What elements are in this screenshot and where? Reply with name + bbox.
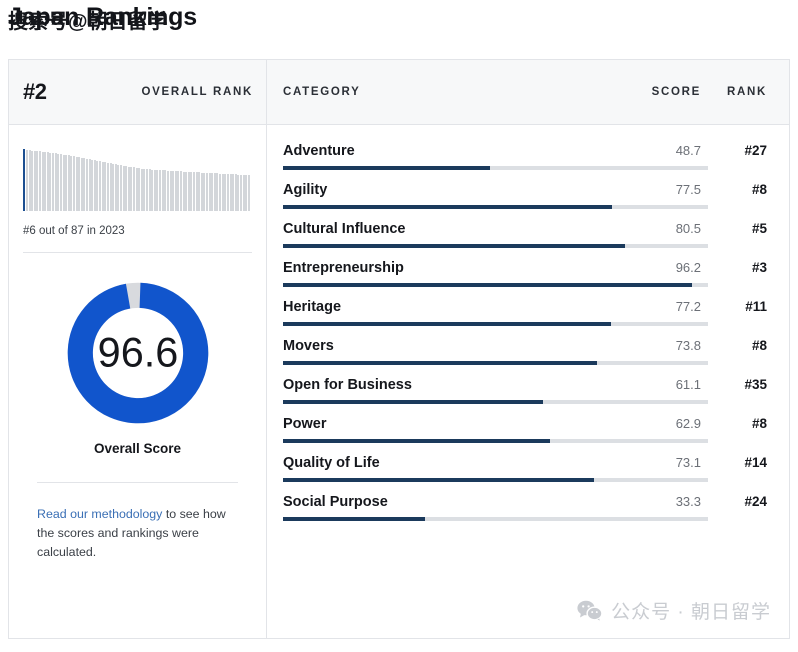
category-name: Quality of Life — [283, 455, 380, 471]
category-name: Social Purpose — [283, 494, 388, 510]
overall-rank-header: #2 OVERALL RANK — [9, 60, 266, 125]
table-row[interactable]: Power 62.9 #8 — [283, 404, 773, 443]
score-bar-fill — [283, 361, 597, 365]
column-header-category: CATEGORY — [283, 86, 361, 98]
score-bar-track — [283, 322, 708, 326]
score-bar-track — [283, 244, 708, 248]
category-rank: #14 — [744, 455, 767, 470]
methodology-note: Read our methodology to see how the scor… — [37, 482, 238, 563]
overall-panel: #2 OVERALL RANK #6 out of 87 in 2023 96.… — [9, 60, 267, 638]
category-name: Heritage — [283, 299, 342, 315]
donut-score-label: Overall Score — [93, 441, 182, 456]
category-table-header: CATEGORY SCORE RANK — [267, 60, 789, 125]
category-name: Adventure — [283, 143, 355, 159]
table-row[interactable]: Agility 77.5 #8 — [283, 170, 773, 209]
sparkline-caption: #6 out of 87 in 2023 — [23, 225, 252, 253]
donut-score-value: 96.6 — [97, 328, 178, 375]
category-score: 77.2 — [675, 299, 701, 314]
overall-rank-value: #2 — [23, 79, 47, 104]
category-score: 73.8 — [675, 338, 701, 353]
page-title: Japan Rankings 搜索号@朝日留学 — [8, 2, 428, 42]
category-name: Movers — [283, 338, 334, 354]
table-row[interactable]: Open for Business 61.1 #35 — [283, 365, 773, 404]
category-rank: #8 — [751, 416, 767, 431]
category-name: Open for Business — [283, 377, 412, 393]
score-bar-fill — [283, 478, 594, 482]
overall-rank-label: OVERALL RANK — [141, 86, 253, 98]
table-row-top: Heritage 77.2 #11 — [283, 299, 773, 315]
page-root: Japan Rankings 搜索号@朝日留学 #2 OVERALL RANK … — [0, 0, 798, 652]
table-row-top: Movers 73.8 #8 — [283, 338, 773, 354]
score-bar-fill — [283, 517, 425, 521]
category-rank: #27 — [744, 143, 767, 158]
table-row-top: Entrepreneurship 96.2 #3 — [283, 260, 773, 276]
category-rank: #3 — [751, 260, 767, 275]
table-row[interactable]: Social Purpose 33.3 #24 — [283, 482, 773, 521]
column-header-rank: RANK — [726, 86, 767, 98]
table-row-top: Cultural Influence 80.5 #5 — [283, 221, 773, 237]
category-score: 62.9 — [675, 416, 701, 431]
category-rank: #8 — [751, 182, 767, 197]
score-bar-fill — [283, 166, 490, 170]
category-score: 80.5 — [675, 221, 701, 236]
score-bar-fill — [283, 439, 551, 443]
score-bar-track — [283, 205, 708, 209]
score-bar-fill — [283, 205, 613, 209]
category-rank: #35 — [744, 377, 767, 392]
table-row[interactable]: Adventure 48.7 #27 — [283, 131, 773, 170]
category-rank: #24 — [744, 494, 767, 509]
score-bar-track — [283, 517, 708, 521]
table-row-top: Agility 77.5 #8 — [283, 182, 773, 198]
table-row[interactable]: Quality of Life 73.1 #14 — [283, 443, 773, 482]
overall-score-donut: 96.6 Overall Score — [23, 279, 252, 456]
overall-panel-body: #6 out of 87 in 2023 96.6 Overall Score … — [9, 125, 266, 563]
table-row[interactable]: Heritage 77.2 #11 — [283, 287, 773, 326]
score-bar-track — [283, 361, 708, 365]
table-row-top: Adventure 48.7 #27 — [283, 143, 773, 159]
score-bar-track — [283, 166, 708, 170]
category-name: Entrepreneurship — [283, 260, 404, 276]
score-bar-fill — [283, 283, 692, 287]
score-bar-track — [283, 400, 708, 404]
category-name: Agility — [283, 182, 328, 198]
sparkline-bar — [247, 175, 250, 211]
table-row-top: Power 62.9 #8 — [283, 416, 773, 432]
category-name: Power — [283, 416, 327, 432]
table-row-top: Social Purpose 33.3 #24 — [283, 494, 773, 510]
table-row[interactable]: Entrepreneurship 96.2 #3 — [283, 248, 773, 287]
category-rank: #5 — [751, 221, 767, 236]
donut-chart-svg: 96.6 — [67, 282, 208, 424]
category-rank: #11 — [745, 299, 767, 314]
score-bar-track — [283, 439, 708, 443]
table-row[interactable]: Cultural Influence 80.5 #5 — [283, 209, 773, 248]
category-score: 48.7 — [675, 143, 701, 158]
category-score: 77.5 — [675, 182, 701, 197]
rankings-card: #2 OVERALL RANK #6 out of 87 in 2023 96.… — [8, 59, 790, 639]
score-bar-track — [283, 478, 708, 482]
category-panel: CATEGORY SCORE RANK Adventure 48.7 #27 Agil… — [267, 60, 789, 638]
rank-distribution-sparkline — [23, 143, 251, 211]
score-bar-track — [283, 283, 708, 287]
category-score: 61.1 — [675, 377, 701, 392]
category-score: 33.3 — [675, 494, 701, 509]
category-score: 96.2 — [675, 260, 701, 275]
table-row-top: Quality of Life 73.1 #14 — [283, 455, 773, 471]
score-bar-fill — [283, 400, 543, 404]
category-score: 73.1 — [675, 455, 701, 470]
score-bar-fill — [283, 322, 612, 326]
category-rows: Adventure 48.7 #27 Agility 77.5 #8 Cultural In… — [267, 125, 789, 638]
category-rank: #8 — [751, 338, 767, 353]
score-bar-fill — [283, 244, 626, 248]
title-watermark-text: 搜索号@朝日留学 — [8, 11, 168, 33]
table-row[interactable]: Movers 73.8 #8 — [283, 326, 773, 365]
category-name: Cultural Influence — [283, 221, 406, 237]
methodology-link[interactable]: Read our methodology — [37, 507, 162, 521]
table-row-top: Open for Business 61.1 #35 — [283, 377, 773, 393]
column-header-score: SCORE — [651, 86, 701, 98]
